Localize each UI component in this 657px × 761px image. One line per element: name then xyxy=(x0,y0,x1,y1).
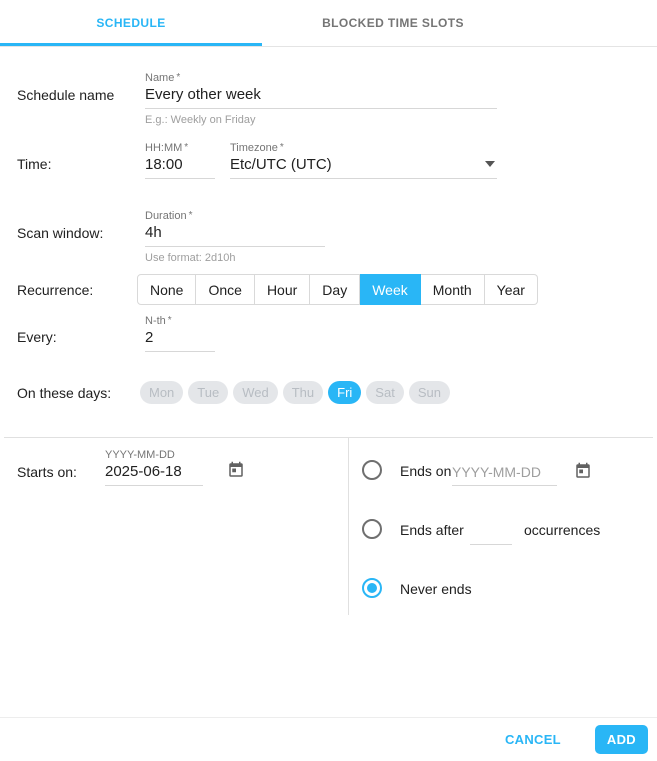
day-chip-wed[interactable]: Wed xyxy=(233,381,278,404)
required-asterisk: * xyxy=(280,142,284,153)
required-asterisk: * xyxy=(184,142,188,153)
day-chip-sun[interactable]: Sun xyxy=(409,381,450,404)
add-button[interactable]: ADD xyxy=(595,725,648,754)
recurrence-option-month[interactable]: Month xyxy=(421,274,485,305)
day-chip-mon[interactable]: Mon xyxy=(140,381,183,404)
starts-on-field: YYYY-MM-DD xyxy=(105,449,203,486)
cancel-button[interactable]: CANCEL xyxy=(489,725,577,754)
day-chip-sat[interactable]: Sat xyxy=(366,381,404,404)
never-ends-radio[interactable] xyxy=(362,578,382,598)
tab-schedule[interactable]: SCHEDULE xyxy=(0,0,262,46)
time-row-label: Time: xyxy=(17,156,51,172)
footer: CANCEL ADD xyxy=(0,717,657,761)
recurrence-option-week[interactable]: Week xyxy=(360,274,421,305)
schedule-name-input[interactable] xyxy=(145,86,497,109)
time-hhmm-field: HH:MM* xyxy=(145,142,215,179)
day-chip-tue[interactable]: Tue xyxy=(188,381,228,404)
required-asterisk: * xyxy=(168,315,172,326)
name-field-label: Name* xyxy=(145,72,497,84)
schedule-name-row-label: Schedule name xyxy=(17,87,114,103)
recurrence-option-none[interactable]: None xyxy=(137,274,196,305)
recurrence-option-once[interactable]: Once xyxy=(196,274,254,305)
days-row-label: On these days: xyxy=(17,385,111,401)
vertical-divider xyxy=(348,438,349,615)
timezone-select[interactable] xyxy=(230,156,497,179)
starts-on-input[interactable] xyxy=(105,463,203,486)
time-hhmm-input[interactable] xyxy=(145,156,215,179)
section-divider xyxy=(4,437,653,438)
duration-hint: Use format: 2d10h xyxy=(145,252,325,264)
schedule-name-hint: E.g.: Weekly on Friday xyxy=(145,114,497,126)
required-asterisk: * xyxy=(189,210,193,221)
day-chip-fri[interactable]: Fri xyxy=(328,381,361,404)
schedule-dialog: SCHEDULEBLOCKED TIME SLOTS Schedule name… xyxy=(0,0,657,761)
duration-field-label: Duration* xyxy=(145,210,325,222)
never-ends-label: Never ends xyxy=(400,581,472,597)
required-asterisk: * xyxy=(176,72,180,83)
recurrence-option-hour[interactable]: Hour xyxy=(255,274,310,305)
ends-on-calendar-icon[interactable] xyxy=(574,462,592,480)
starts-on-field-label: YYYY-MM-DD xyxy=(105,449,203,461)
timezone-field: Timezone* xyxy=(230,142,497,179)
ends-after-label: Ends after xyxy=(400,522,464,538)
nth-field: N-th* xyxy=(145,315,215,352)
day-chips: MonTueWedThuFriSatSun xyxy=(140,381,450,404)
ends-on-label: Ends on xyxy=(400,463,451,479)
every-row-label: Every: xyxy=(17,329,57,345)
tab-bar: SCHEDULEBLOCKED TIME SLOTS xyxy=(0,0,657,47)
occurrences-label: occurrences xyxy=(524,522,600,538)
tab-blocked-time-slots[interactable]: BLOCKED TIME SLOTS xyxy=(262,0,524,46)
starts-on-calendar-icon[interactable] xyxy=(227,461,245,479)
ends-after-radio[interactable] xyxy=(362,519,382,539)
hhmm-field-label: HH:MM* xyxy=(145,142,215,154)
day-chip-thu[interactable]: Thu xyxy=(283,381,323,404)
nth-field-label: N-th* xyxy=(145,315,215,327)
ends-on-date-input[interactable] xyxy=(452,463,557,486)
ends-on-radio[interactable] xyxy=(362,460,382,480)
recurrence-option-day[interactable]: Day xyxy=(310,274,360,305)
duration-input[interactable] xyxy=(145,224,325,247)
recurrence-option-year[interactable]: Year xyxy=(485,274,538,305)
ends-after-count-input[interactable] xyxy=(470,522,512,545)
recurrence-button-group: NoneOnceHourDayWeekMonthYear xyxy=(137,274,538,305)
scan-window-row-label: Scan window: xyxy=(17,225,103,241)
schedule-name-field: Name* E.g.: Weekly on Friday xyxy=(145,72,497,126)
starts-on-row-label: Starts on: xyxy=(17,464,77,480)
nth-input[interactable] xyxy=(145,329,215,352)
duration-field: Duration* Use format: 2d10h xyxy=(145,210,325,264)
recurrence-row-label: Recurrence: xyxy=(17,282,93,298)
chevron-down-icon[interactable] xyxy=(485,161,495,167)
timezone-field-label: Timezone* xyxy=(230,142,497,154)
